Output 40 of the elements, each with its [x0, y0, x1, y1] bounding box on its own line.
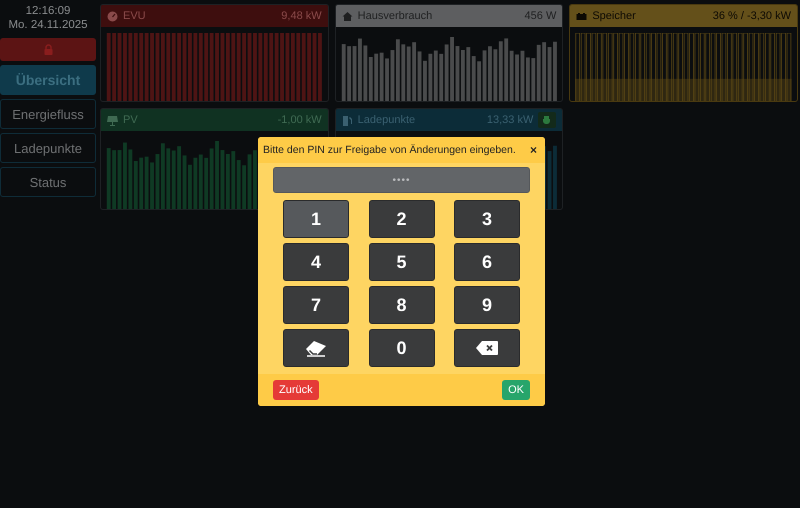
power-value: 13,33 kW: [486, 114, 534, 126]
card-title: PV: [123, 114, 138, 126]
nav-button[interactable]: Status: [0, 167, 96, 197]
date-label: Mo. 24.11.2025: [8, 18, 88, 32]
digit-key[interactable]: 7: [283, 286, 349, 324]
power-value: -1,00 kW: [278, 114, 322, 126]
clear-key[interactable]: [283, 329, 349, 367]
lock-icon: [44, 44, 52, 55]
digit-key[interactable]: 8: [368, 286, 434, 324]
chart-bar: [318, 33, 322, 101]
solar-panel-icon: [107, 114, 118, 126]
house-icon: [342, 10, 353, 22]
card-title: Hausverbrauch: [358, 10, 432, 22]
digit-key[interactable]: 3: [454, 200, 520, 238]
dialog-title: Bitte den PIN zur Freigabe von Änderungen eingeben.: [263, 144, 516, 156]
battery-icon: [576, 10, 588, 22]
gauge-icon: [107, 10, 118, 22]
digit-key[interactable]: 9: [454, 286, 520, 324]
close-button[interactable]: ×: [528, 143, 539, 157]
backspace-key[interactable]: [454, 329, 520, 367]
back-button[interactable]: Zurück: [273, 380, 319, 400]
card-title: Ladepunkte: [358, 114, 416, 126]
card-title: Speicher: [592, 10, 636, 22]
eraser-icon: [305, 340, 327, 356]
power-value: 9,48 kW: [281, 10, 322, 22]
charging-station-icon: [342, 114, 353, 126]
digit-key[interactable]: 2: [368, 200, 434, 238]
digit-key[interactable]: 0: [368, 329, 434, 367]
digit-key[interactable]: 4: [283, 243, 349, 281]
plug-icon: [538, 112, 556, 128]
backspace-icon: [476, 341, 498, 355]
nav-button[interactable]: Energiefluss: [0, 99, 96, 129]
digit-key[interactable]: 5: [368, 243, 434, 281]
power-value: 36 % / -3,30 kW: [712, 10, 791, 22]
nav-button[interactable]: Ladepunkte: [0, 133, 96, 163]
clock-time: 12:16:09: [26, 4, 70, 18]
digit-key[interactable]: 6: [454, 243, 520, 281]
digit-key[interactable]: 1: [283, 200, 349, 238]
power-value: 456 W: [524, 10, 556, 22]
card-title: EVU: [123, 10, 146, 22]
